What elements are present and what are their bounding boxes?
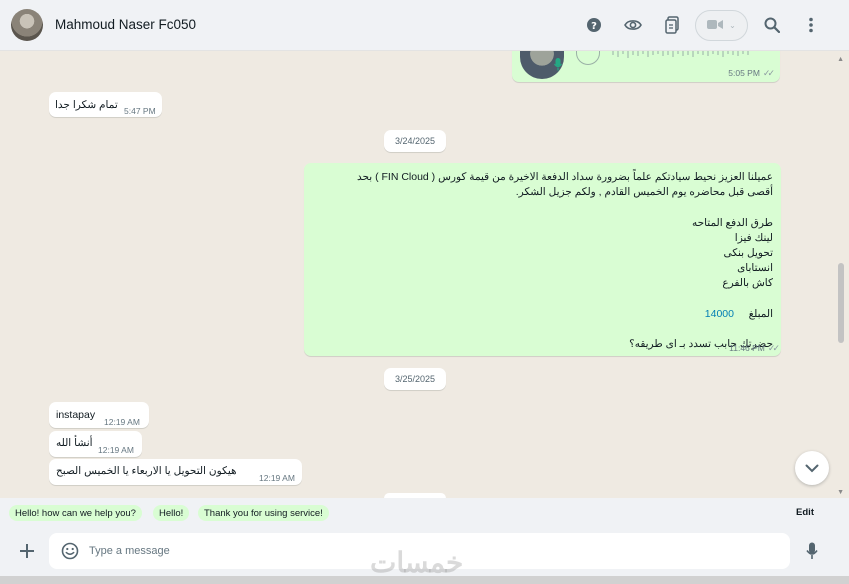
- incoming-message[interactable]: أنشأ الله 12:19 AM: [49, 431, 142, 457]
- window-bottom-edge: [0, 576, 849, 584]
- chat-header: Mahmoud Naser Fc050 ? ⌄: [0, 0, 849, 51]
- watermark: خمسات: [370, 547, 464, 578]
- clipboard-icon[interactable]: [661, 14, 683, 36]
- message-text: تمام شكرا جدا: [55, 99, 118, 111]
- quick-replies-bar: Hello! how can we help you? Hello! Thank…: [0, 498, 849, 528]
- chat-panel[interactable]: 5:05 PM ✓✓ تمام شكرا جدا 5:47 PM 3/24/202…: [0, 51, 849, 498]
- svg-text:?: ?: [591, 21, 597, 32]
- incoming-message[interactable]: instapay 12:19 AM: [49, 402, 149, 428]
- message-text: عميلنا العزيز نحيط سيادتكم علماً بضرورة …: [313, 170, 773, 352]
- play-icon[interactable]: [576, 51, 600, 65]
- scroll-to-bottom-button[interactable]: [795, 451, 829, 485]
- chevron-down-icon: [805, 464, 819, 472]
- video-call-button[interactable]: ⌄: [695, 10, 748, 41]
- date-separator: 3/24/2025: [384, 130, 446, 152]
- edit-quick-replies-button[interactable]: Edit: [796, 507, 814, 518]
- outgoing-message[interactable]: عميلنا العزيز نحيط سيادتكم علماً بضرورة …: [304, 163, 781, 356]
- more-icon[interactable]: [800, 14, 822, 36]
- incoming-message[interactable]: هيكون التحويل يا الاربعاء يا الخميس الصب…: [49, 459, 302, 485]
- read-ticks-icon: ✓✓: [762, 68, 775, 78]
- message-time: 12:19 AM: [104, 417, 140, 427]
- message-text: هيكون التحويل يا الاربعاء يا الخميس الصب…: [56, 465, 237, 477]
- scroll-down-arrow[interactable]: ▼: [837, 489, 844, 496]
- contact-avatar[interactable]: [11, 9, 43, 41]
- scrollbar[interactable]: [838, 51, 844, 498]
- voice-message-bubble[interactable]: 5:05 PM ✓✓: [512, 51, 780, 82]
- message-time: 5:05 PM ✓✓: [728, 68, 775, 78]
- message-time: 12:19 AM: [98, 445, 134, 455]
- message-time: 5:47 PM: [124, 106, 156, 116]
- emoji-icon[interactable]: [60, 541, 80, 561]
- question-text: حضرتك حابب تسدد بـ اى طريقه؟: [629, 338, 773, 351]
- quick-reply-chip[interactable]: Hello! how can we help you?: [9, 505, 142, 521]
- incoming-message[interactable]: تمام شكرا جدا 5:47 PM: [49, 92, 162, 117]
- date-separator: 3/25/2025: [384, 368, 446, 390]
- quick-reply-chip[interactable]: Hello!: [153, 505, 190, 521]
- eye-icon[interactable]: [622, 14, 644, 36]
- message-text: instapay: [56, 409, 96, 421]
- chevron-down-icon: ⌄: [729, 21, 736, 30]
- mic-icon[interactable]: [801, 540, 823, 562]
- waveform[interactable]: [612, 51, 752, 61]
- search-icon[interactable]: [761, 14, 783, 36]
- message-time: 11:46 PM ✓✓: [729, 343, 780, 353]
- video-camera-icon: [707, 17, 724, 35]
- amount-label: المبلغ: [748, 307, 773, 320]
- mic-icon: [554, 58, 562, 74]
- contact-name[interactable]: Mahmoud Naser Fc050: [55, 17, 196, 32]
- amount-link[interactable]: 14000: [705, 308, 734, 320]
- quick-reply-chip[interactable]: Thank you for using service!: [198, 505, 329, 521]
- message-text: أنشأ الله: [56, 437, 93, 449]
- help-icon[interactable]: ?: [583, 14, 605, 36]
- scrollbar-thumb[interactable]: [838, 263, 844, 343]
- attach-icon[interactable]: [16, 540, 38, 562]
- read-ticks-icon: ✓✓: [767, 343, 780, 353]
- message-time: 12:19 AM: [259, 473, 295, 483]
